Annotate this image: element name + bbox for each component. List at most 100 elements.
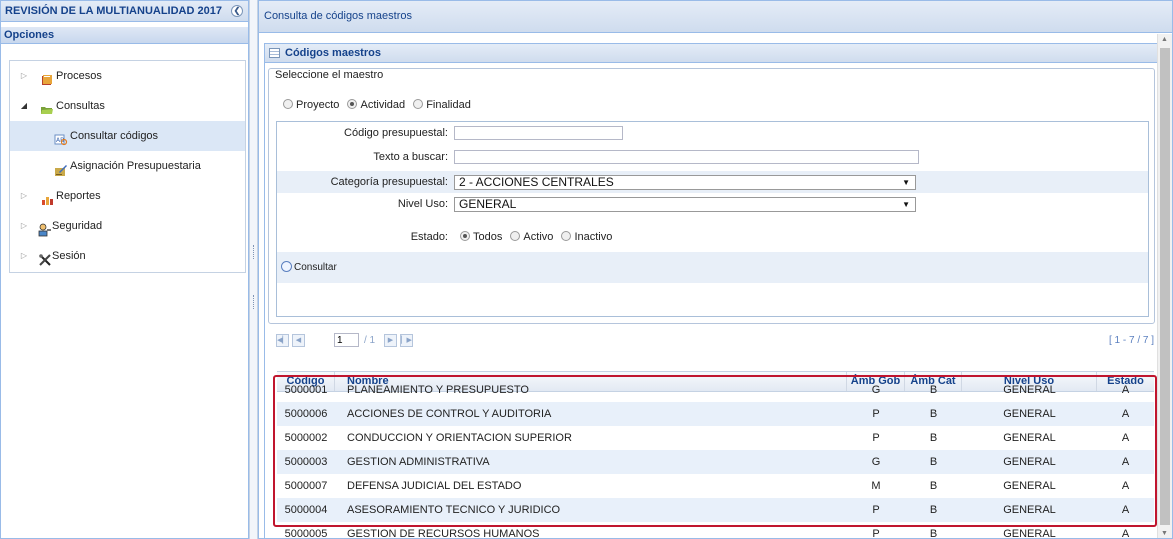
panel-splitter[interactable]: [249, 0, 258, 539]
cell-nivel-uso: GENERAL: [1003, 456, 1056, 468]
cell-amb-gob: P: [872, 528, 880, 539]
scrollbar-thumb[interactable]: [1160, 48, 1170, 525]
cell-estado: A: [1121, 384, 1130, 396]
codigos-maestros-header: Códigos maestros: [265, 44, 1159, 63]
radio-actividad[interactable]: Actividad: [347, 99, 410, 111]
search-form: Código presupuestal: Texto a buscar: Cat…: [276, 121, 1149, 317]
tree-item-label: Consultar códigos: [70, 130, 159, 142]
next-page-icon[interactable]: ▶: [384, 334, 397, 347]
cell-nivel-uso: GENERAL: [1003, 384, 1056, 396]
cell-codigo: 5000006: [284, 408, 328, 420]
cell-nivel-uso: GENERAL: [1003, 504, 1056, 516]
cell-amb-cat: B: [929, 504, 938, 516]
cell-nombre: CONDUCCION Y ORIENTACION SUPERIOR: [347, 432, 572, 444]
chart-report-icon: [40, 189, 54, 205]
panel-title: Códigos maestros: [285, 47, 381, 59]
scroll-up-icon[interactable]: ▲: [1161, 36, 1168, 43]
cell-estado: A: [1121, 480, 1130, 492]
tree-item-label: Procesos: [56, 70, 102, 82]
form-row-texto: Texto a buscar:: [277, 145, 1148, 169]
codigo-label: Código presupuestal:: [344, 127, 448, 139]
cell-estado: A: [1121, 528, 1130, 539]
tree-item-label: Reportes: [56, 190, 101, 202]
table-row[interactable]: 5000003 GESTION ADMINISTRATIVA G B GENER…: [277, 450, 1154, 474]
cell-nivel-uso: GENERAL: [1003, 408, 1056, 420]
cell-estado: A: [1121, 456, 1130, 468]
collapse-arrow-icon[interactable]: ◢: [20, 91, 28, 121]
cell-nivel-uso: GENERAL: [1003, 432, 1056, 444]
cell-nombre: ACCIONES DE CONTROL Y AUDITORIA: [347, 408, 552, 420]
vertical-scrollbar[interactable]: ▲ ▼: [1157, 34, 1172, 538]
radio-inactivo[interactable]: Inactivo: [561, 231, 617, 243]
first-page-icon[interactable]: ◀▏: [276, 334, 289, 347]
table-row[interactable]: 5000007 DEFENSA JUDICIAL DEL ESTADO M B …: [277, 474, 1154, 498]
consultar-label: Consultar: [294, 262, 337, 273]
radio-finalidad[interactable]: Finalidad: [413, 99, 476, 111]
radio-todos[interactable]: Todos: [460, 231, 507, 243]
cell-amb-gob: G: [871, 384, 881, 396]
last-page-icon[interactable]: ▏▶: [400, 334, 413, 347]
prev-page-icon[interactable]: ◀: [292, 334, 305, 347]
options-header: Opciones: [1, 27, 248, 44]
table-row[interactable]: 5000005 GESTION DE RECURSOS HUMANOS P B …: [277, 522, 1154, 539]
radio-activo[interactable]: Activo: [510, 231, 558, 243]
cell-amb-gob: P: [872, 432, 880, 444]
tree-item-sesion[interactable]: ▷ Sesión: [10, 241, 245, 271]
table-row[interactable]: 5000002 CONDUCCION Y ORIENTACION SUPERIO…: [277, 426, 1154, 450]
nivel-value: GENERAL: [459, 197, 517, 211]
consultar-button[interactable]: Consultar: [281, 261, 337, 273]
cell-amb-cat: B: [929, 384, 938, 396]
cell-amb-gob: M: [871, 480, 881, 492]
expand-arrow-icon[interactable]: ▷: [20, 241, 28, 271]
collapse-panel-icon[interactable]: ❮: [231, 5, 243, 17]
cell-amb-gob: P: [872, 504, 880, 516]
dropdown-arrow-icon: ▼: [902, 178, 910, 187]
tree-item-procesos[interactable]: ▷ Procesos: [10, 61, 245, 91]
tree-item-label: Asignación Presupuestaria: [70, 160, 201, 172]
cell-estado: A: [1121, 504, 1130, 516]
radio-proyecto[interactable]: Proyecto: [283, 99, 344, 111]
svg-text:AB: AB: [56, 137, 64, 144]
expand-arrow-icon[interactable]: ▷: [20, 211, 28, 241]
table-row[interactable]: 5000006 ACCIONES DE CONTROL Y AUDITORIA …: [277, 402, 1154, 426]
expand-arrow-icon[interactable]: ▷: [20, 61, 28, 91]
search-code-icon: AB: [54, 129, 68, 146]
categoria-label: Categoría presupuestal:: [330, 176, 448, 188]
page-number-input[interactable]: [334, 333, 359, 347]
pencil-edit-icon: [54, 159, 68, 176]
cell-nombre: GESTION DE RECURSOS HUMANOS: [347, 528, 540, 539]
texto-buscar-input[interactable]: [454, 150, 919, 164]
cell-nombre: PLANEAMIENTO Y PRESUPUESTO: [347, 384, 529, 396]
cell-codigo: 5000003: [284, 456, 328, 468]
book-icon: [40, 69, 54, 85]
tree-item-seguridad[interactable]: ▷ Seguridad: [10, 211, 245, 241]
main-panel: Consulta de códigos maestros Códigos mae…: [258, 0, 1173, 539]
cell-amb-cat: B: [929, 432, 938, 444]
codigos-maestros-panel: Códigos maestros Seleccione el maestro P…: [264, 43, 1160, 539]
cell-amb-gob: P: [872, 408, 880, 420]
expand-arrow-icon[interactable]: ▷: [20, 181, 28, 211]
pagination-toolbar: ◀▏ ◀ / 1 ▶ ▏▶ [ 1 - 7 / 7 ]: [268, 329, 1156, 355]
cell-codigo: 5000004: [284, 504, 328, 516]
splitter-grip: [253, 245, 255, 259]
cell-amb-cat: B: [929, 456, 938, 468]
tree-item-label: Seguridad: [52, 220, 103, 232]
tree-item-consultar-codigos[interactable]: AB Consultar códigos: [10, 121, 245, 151]
scroll-down-icon[interactable]: ▼: [1161, 530, 1168, 537]
navigation-panel-header: REVISIÓN DE LA MULTIANUALIDAD 2017 ❮: [1, 1, 248, 22]
categoria-value: 2 - ACCIONES CENTRALES: [459, 175, 614, 189]
nivel-uso-select[interactable]: GENERAL ▼: [454, 197, 916, 212]
table-row[interactable]: 5000004 ASESORAMIENTO TECNICO Y JURIDICO…: [277, 498, 1154, 522]
tree-item-reportes[interactable]: ▷ Reportes: [10, 181, 245, 211]
search-icon: [281, 261, 292, 272]
categoria-presupuestal-select[interactable]: 2 - ACCIONES CENTRALES ▼: [454, 175, 916, 190]
cell-nombre: ASESORAMIENTO TECNICO Y JURIDICO: [347, 504, 561, 516]
dropdown-arrow-icon: ▼: [902, 200, 910, 209]
table-row[interactable]: 5000001 PLANEAMIENTO Y PRESUPUESTO G B G…: [277, 378, 1154, 402]
tree-item-consultas[interactable]: ◢ Consultas: [10, 91, 245, 121]
tree-item-asignacion-presupuestaria[interactable]: Asignación Presupuestaria: [10, 151, 245, 181]
users-key-icon: [38, 219, 52, 237]
navigation-panel: REVISIÓN DE LA MULTIANUALIDAD 2017 ❮ Opc…: [0, 0, 249, 539]
cell-nombre: DEFENSA JUDICIAL DEL ESTADO: [347, 480, 522, 492]
codigo-presupuestal-input[interactable]: [454, 126, 623, 140]
